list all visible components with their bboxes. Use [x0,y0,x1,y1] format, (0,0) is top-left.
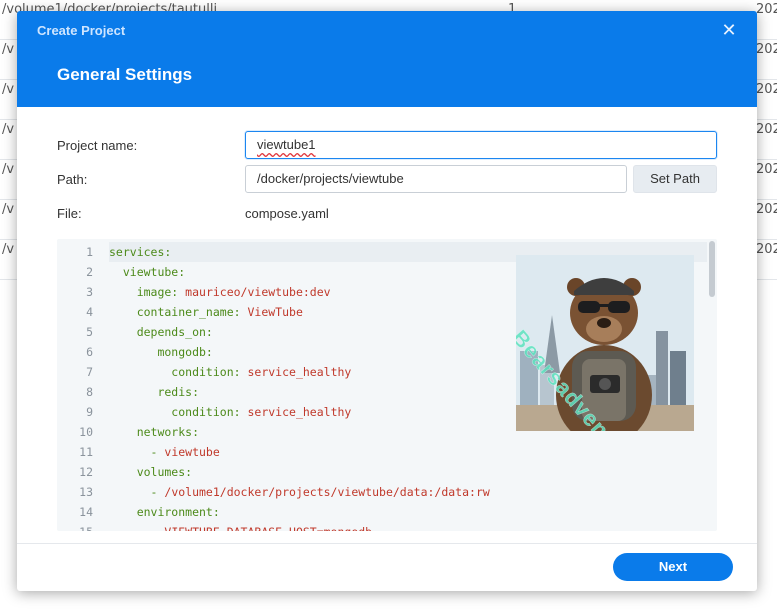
list-row-path: /v [2,162,15,177]
list-row-path: /v [2,82,15,97]
yaml-value: viewtube [164,445,220,459]
code-line[interactable]: condition: service_healthy [109,402,351,422]
code-line[interactable]: depends_on: [109,322,213,342]
yaml-value: service_healthy [247,365,352,379]
path-label: Path: [57,172,88,187]
list-row-date: 202 [756,202,777,217]
code-line[interactable]: image: mauriceo/viewtube:dev [109,282,331,302]
code-line[interactable]: mongodb: [109,342,213,362]
line-number: 10 [79,425,93,439]
line-number: 1 [86,245,93,259]
code-line[interactable]: - VIEWTUBE_DATABASE_HOST=mongodb [109,522,373,531]
line-number: 9 [86,405,93,419]
line-number: 8 [86,385,93,399]
list-row-path: /v [2,42,15,57]
yaml-key: services: [109,245,172,259]
code-line[interactable]: - /volume1/docker/projects/viewtube/data… [109,482,490,502]
yaml-key: viewtube: [109,265,186,279]
yaml-value: ViewTube [247,305,303,319]
line-number: 13 [79,485,93,499]
project-name-input[interactable]: viewtube1 [245,131,717,159]
line-number: 6 [86,345,93,359]
list-row-date: 202 [756,242,777,257]
yaml-key: environment: [109,505,220,519]
yaml-key: container_name: [109,305,248,319]
line-number-gutter: 123456789101112131415 [57,239,103,531]
path-input[interactable]: /docker/projects/viewtube [245,165,627,193]
code-line[interactable]: viewtube: [109,262,185,282]
code-line[interactable]: - viewtube [109,442,220,462]
list-row-date: 202 [756,82,777,97]
yaml-key: condition: [109,405,248,419]
list-row-date: 202 [756,2,777,17]
yaml-key: networks: [109,425,200,439]
code-line[interactable]: volumes: [109,462,192,482]
code-line[interactable]: container_name: ViewTube [109,302,303,322]
yaml-value: mauriceo/viewtube:dev [185,285,331,299]
yaml-value: VIEWTUBE_DATABASE_HOST=mongodb [164,525,372,531]
yaml-value: /volume1/docker/projects/viewtube/data:/… [164,485,490,499]
list-row-path: /v [2,202,15,217]
dialog-header: Create Project ✕ General Settings [17,11,757,107]
line-number: 11 [79,445,93,459]
list-row-date: 202 [756,162,777,177]
project-name-label: Project name: [57,138,138,153]
yaml-key: - [109,445,165,459]
create-project-dialog: Create Project ✕ General Settings Projec… [17,11,757,591]
set-path-button[interactable]: Set Path [633,165,717,193]
yaml-key: - [109,525,164,531]
bear-photo-image [516,255,694,431]
yaml-value: service_healthy [247,405,352,419]
yaml-key: volumes: [109,465,193,479]
line-number: 12 [79,465,93,479]
list-row-date: 202 [756,42,777,57]
code-line[interactable]: redis: [109,382,199,402]
file-label: File: [57,206,82,221]
yaml-key: mongodb: [109,345,213,359]
code-line[interactable]: environment: [109,502,220,522]
list-row-path: /v [2,242,15,257]
section-heading: General Settings [57,65,193,84]
close-icon[interactable]: ✕ [719,21,739,41]
list-row-path: /v [2,122,15,137]
editor-scrollbar[interactable] [709,241,715,297]
line-number: 15 [63,522,93,531]
list-row-date: 202 [756,122,777,137]
file-value: compose.yaml [245,206,329,221]
project-name-value: viewtube1 [257,137,316,152]
bear-photo-overlay: Bearsadventures [516,255,694,431]
line-number: 2 [86,265,93,279]
yaml-key: - [109,485,165,499]
code-line[interactable]: condition: service_healthy [109,362,351,382]
yaml-key: condition: [109,365,248,379]
yaml-key: redis: [109,385,200,399]
line-number: 14 [79,505,93,519]
line-number: 7 [86,365,93,379]
yaml-key: image: [109,285,186,299]
dialog-title: Create Project [37,23,126,38]
yaml-key: depends_on: [109,325,213,339]
code-line[interactable]: networks: [109,422,199,442]
line-number: 5 [86,325,93,339]
compose-yaml-editor[interactable]: 123456789101112131415 services: viewtube… [57,239,717,531]
line-number: 3 [86,285,93,299]
next-button[interactable]: Next [613,553,733,581]
line-number: 4 [86,305,93,319]
